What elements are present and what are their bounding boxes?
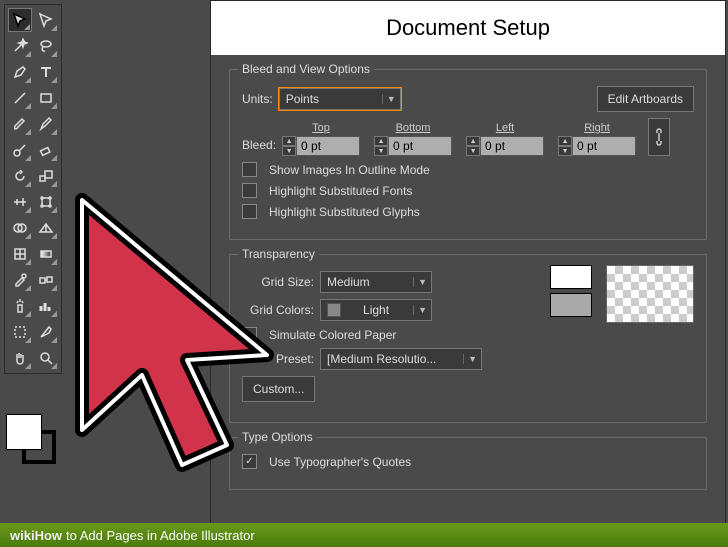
link-bleed-icon[interactable] bbox=[648, 118, 670, 156]
tool-mesh[interactable] bbox=[8, 242, 32, 266]
tool-pencil[interactable] bbox=[34, 112, 58, 136]
tool-artboard[interactable] bbox=[8, 320, 32, 344]
wikihow-footer: wikiHow to Add Pages in Adobe Illustrato… bbox=[0, 523, 728, 547]
bleed-right-field[interactable]: ▲▼ bbox=[558, 136, 636, 156]
grid-colors-select[interactable]: Light ▼ bbox=[320, 299, 432, 321]
dropdown-icon: ▼ bbox=[413, 305, 427, 315]
chk-show-images[interactable] bbox=[242, 162, 257, 177]
grid-color-light-swatch[interactable] bbox=[550, 265, 592, 289]
bleed-label: Bleed: bbox=[242, 138, 276, 152]
tool-zoom[interactable] bbox=[34, 346, 58, 370]
dialog-title: Document Setup bbox=[211, 1, 725, 55]
tool-scale[interactable] bbox=[34, 164, 58, 188]
fill-swatch[interactable] bbox=[6, 414, 42, 450]
tool-pen[interactable] bbox=[8, 60, 32, 84]
footer-text: to Add Pages in Adobe Illustrator bbox=[66, 528, 255, 543]
tool-graph[interactable] bbox=[34, 294, 58, 318]
bleed-bottom-field[interactable]: ▲▼ bbox=[374, 136, 452, 156]
bleed-top-label: Top bbox=[312, 122, 330, 134]
grid-color-dark-swatch[interactable] bbox=[550, 293, 592, 317]
tool-brush[interactable] bbox=[8, 112, 32, 136]
chk-hl-glyphs[interactable] bbox=[242, 204, 257, 219]
group-transparency: Transparency Grid Size: Medium▼ Grid Col… bbox=[229, 254, 707, 423]
tool-blend[interactable] bbox=[34, 268, 58, 292]
dropdown-icon: ▼ bbox=[382, 94, 396, 104]
document-setup-dialog: Document Setup Bleed and View Options Un… bbox=[210, 0, 726, 547]
color-swatch-icon bbox=[327, 303, 341, 317]
tool-magic-wand[interactable] bbox=[8, 34, 32, 58]
transparency-preview bbox=[606, 265, 694, 323]
footer-brand: wikiHow bbox=[10, 528, 62, 543]
bleed-left-field[interactable]: ▲▼ bbox=[466, 136, 544, 156]
edit-artboards-button[interactable]: Edit Artboards bbox=[597, 86, 694, 112]
tool-direct-selection[interactable] bbox=[34, 8, 58, 32]
lbl-simulate-paper: Simulate Colored Paper bbox=[269, 328, 396, 342]
grid-colors-label: Grid Colors: bbox=[242, 303, 314, 317]
bleed-left-input[interactable] bbox=[480, 136, 544, 156]
chk-simulate-paper[interactable] bbox=[242, 327, 257, 342]
units-label: Units: bbox=[242, 92, 273, 106]
grid-size-value: Medium bbox=[327, 275, 370, 289]
dropdown-icon: ▼ bbox=[463, 354, 477, 364]
grid-size-label: Grid Size: bbox=[242, 275, 314, 289]
tool-width[interactable] bbox=[8, 190, 32, 214]
chk-typographers-quotes[interactable]: ✓ bbox=[242, 454, 257, 469]
tool-gradient[interactable] bbox=[34, 242, 58, 266]
bleed-top-field[interactable]: ▲▼ bbox=[282, 136, 360, 156]
tool-lasso[interactable] bbox=[34, 34, 58, 58]
chk-hl-fonts[interactable] bbox=[242, 183, 257, 198]
fill-stroke-swatches[interactable] bbox=[4, 412, 58, 472]
grid-colors-value: Light bbox=[363, 303, 389, 317]
group-type-options: Type Options ✓Use Typographer's Quotes bbox=[229, 437, 707, 490]
tool-selection[interactable] bbox=[8, 8, 32, 32]
group-title-type: Type Options bbox=[238, 430, 317, 444]
bleed-bottom-label: Bottom bbox=[396, 122, 431, 134]
lbl-hl-glyphs: Highlight Substituted Glyphs bbox=[269, 205, 420, 219]
tools-panel bbox=[4, 4, 62, 374]
bleed-right-input[interactable] bbox=[572, 136, 636, 156]
preset-label: Preset: bbox=[242, 352, 314, 366]
tool-type[interactable] bbox=[34, 60, 58, 84]
tool-hand[interactable] bbox=[8, 346, 32, 370]
tool-shape-builder[interactable] bbox=[8, 216, 32, 240]
tool-eyedropper[interactable] bbox=[8, 268, 32, 292]
tool-line[interactable] bbox=[8, 86, 32, 110]
bleed-right-label: Right bbox=[584, 122, 610, 134]
tool-perspective[interactable] bbox=[34, 216, 58, 240]
tool-eraser[interactable] bbox=[34, 138, 58, 162]
group-title-trans: Transparency bbox=[238, 247, 319, 261]
custom-button[interactable]: Custom... bbox=[242, 376, 315, 402]
tool-blob-brush[interactable] bbox=[8, 138, 32, 162]
tool-slice[interactable] bbox=[34, 320, 58, 344]
lbl-show-images: Show Images In Outline Mode bbox=[269, 163, 430, 177]
grid-size-select[interactable]: Medium ▼ bbox=[320, 271, 432, 293]
units-select[interactable]: Points ▼ bbox=[279, 88, 401, 110]
lbl-hl-fonts: Highlight Substituted Fonts bbox=[269, 184, 412, 198]
preset-select[interactable]: [Medium Resolutio... ▼ bbox=[320, 348, 482, 370]
bleed-left-label: Left bbox=[496, 122, 514, 134]
units-value: Points bbox=[286, 92, 319, 106]
tool-symbol-sprayer[interactable] bbox=[8, 294, 32, 318]
tool-free-transform[interactable] bbox=[34, 190, 58, 214]
tool-rectangle[interactable] bbox=[34, 86, 58, 110]
lbl-typographers-quotes: Use Typographer's Quotes bbox=[269, 455, 411, 469]
preset-value: [Medium Resolutio... bbox=[327, 352, 436, 366]
bleed-top-input[interactable] bbox=[296, 136, 360, 156]
tool-rotate[interactable] bbox=[8, 164, 32, 188]
group-title-bleed: Bleed and View Options bbox=[238, 62, 374, 76]
bleed-bottom-input[interactable] bbox=[388, 136, 452, 156]
dropdown-icon: ▼ bbox=[413, 277, 427, 287]
group-bleed-view: Bleed and View Options Units: Points ▼ E… bbox=[229, 69, 707, 240]
